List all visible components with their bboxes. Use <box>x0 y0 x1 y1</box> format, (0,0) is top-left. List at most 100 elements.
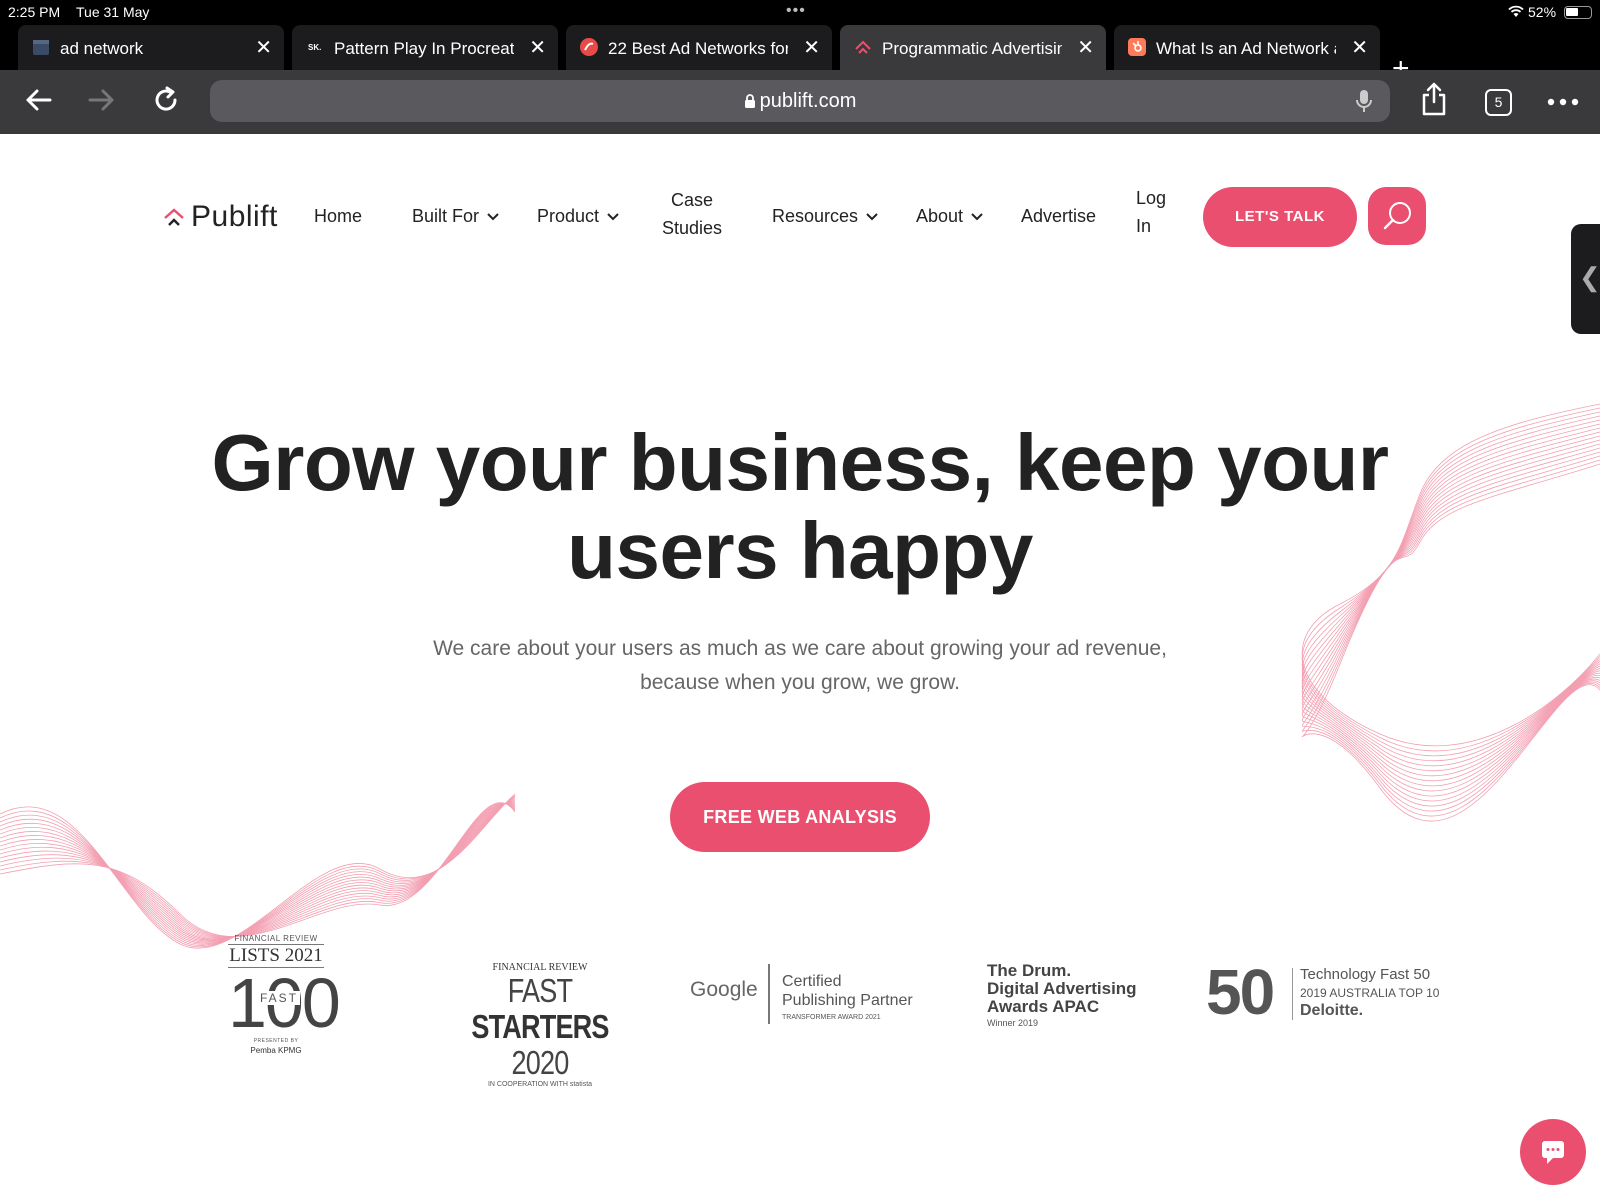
nav-case-studies-line2: Studies <box>662 218 723 238</box>
chevron-down-icon <box>607 213 619 221</box>
address-bar[interactable]: publift.com <box>210 80 1390 122</box>
free-web-analysis-button[interactable]: FREE WEB ANALYSIS <box>670 782 930 852</box>
nav-login-line2: In <box>1136 216 1152 236</box>
tab-title: 22 Best Ad Networks for <box>608 39 788 58</box>
tab-title: Programmatic Advertising <box>882 39 1062 58</box>
afr-fast-starters-badge: FINANCIAL REVIEW FAST STARTERS 2020 IN C… <box>425 962 655 1088</box>
deloitte-line1: Technology Fast 50 <box>1300 966 1431 983</box>
google-certified-text: Certified Publishing Partner <box>782 972 913 1010</box>
close-icon[interactable]: ✕ <box>529 35 546 60</box>
nav-login[interactable]: Log In <box>1136 184 1166 240</box>
search-icon <box>1383 202 1411 230</box>
browser-tab-active[interactable]: Programmatic Advertising ✕ <box>840 25 1106 70</box>
logo-wordmark: Publift <box>191 200 278 233</box>
publift-logo[interactable]: Publift <box>163 200 278 234</box>
tab-title: ad network <box>60 39 144 58</box>
deloitte-50: 50 <box>1206 956 1275 1028</box>
google-line2: Publishing Partner <box>782 992 913 1009</box>
nav-login-line1: Log <box>1136 188 1167 208</box>
more-options-icon[interactable] <box>1547 98 1579 106</box>
lets-talk-button[interactable]: LET'S TALK <box>1203 187 1357 247</box>
fast-starters-year: 2020 <box>511 1044 570 1081</box>
google-wordmark: Google <box>690 978 758 1001</box>
google-line1: Certified <box>782 973 842 990</box>
sk-icon: SK. <box>306 38 324 56</box>
search-button[interactable] <box>1368 187 1426 245</box>
hubspot-icon <box>1128 38 1146 56</box>
nav-case-studies-line1: Case <box>671 190 714 210</box>
hero-title: Grow your business, keep your users happ… <box>0 419 1600 595</box>
awards-row: FINANCIAL REVIEW LISTS 2021 100 FAST PRE… <box>0 934 1600 1088</box>
chat-icon <box>1542 1141 1564 1164</box>
calendar-icon <box>33 40 49 55</box>
hero-title-line2: users happy <box>567 506 1033 595</box>
afr-fast-100-badge: FINANCIAL REVIEW LISTS 2021 100 FAST PRE… <box>228 934 341 1055</box>
close-icon[interactable]: ✕ <box>255 35 272 60</box>
tab-strip: ad network ✕ SK. Pattern Play In Procrea… <box>0 24 1600 84</box>
svg-text:SK.: SK. <box>308 43 321 52</box>
browser-tab[interactable]: What Is an Ad Network ar ✕ <box>1114 25 1380 70</box>
nav-product[interactable]: Product <box>537 206 619 227</box>
browser-tab[interactable]: SK. Pattern Play In Procreate ✕ <box>292 25 558 70</box>
battery-percent: 52% <box>1528 4 1557 20</box>
nav-built-for-label: Built For <box>412 206 480 226</box>
chat-button[interactable] <box>1520 1119 1586 1185</box>
nav-about-label: About <box>916 206 964 226</box>
fast-starters-fast: FAST <box>507 972 573 1009</box>
back-arrow-icon[interactable] <box>22 84 54 116</box>
close-icon[interactable]: ✕ <box>1077 35 1094 60</box>
status-date: Tue 31 May <box>76 4 150 20</box>
divider <box>768 964 770 1024</box>
deloitte-fast-50-badge: 50 Technology Fast 50 2019 AUSTRALIA TOP… <box>1206 960 1446 1030</box>
status-bar: 2:25 PM Tue 31 May ••• 52% <box>0 0 1600 24</box>
google-partner-badge: Google Certified Publishing Partner TRANS… <box>690 964 920 1026</box>
drum-line2: Digital Advertising <box>987 979 1137 998</box>
side-panel-handle[interactable]: ❮ <box>1571 224 1600 334</box>
wifi-icon <box>1508 5 1524 17</box>
url-text: publift.com <box>210 90 1390 113</box>
deloitte-line3: Deloitte. <box>1300 1002 1364 1019</box>
red-circle-icon <box>580 38 598 56</box>
multitasking-dots-icon[interactable]: ••• <box>786 2 806 20</box>
browser-tab[interactable]: ad network ✕ <box>18 25 284 70</box>
battery-icon <box>1564 6 1592 19</box>
microphone-icon[interactable] <box>1356 89 1372 113</box>
deloitte-line2: 2019 AUSTRALIA TOP 10 <box>1300 986 1440 1000</box>
lock-icon <box>744 94 755 108</box>
publift-icon <box>855 40 871 54</box>
nav-built-for[interactable]: Built For <box>412 206 499 227</box>
tab-title: What Is an Ad Network ar <box>1156 39 1336 58</box>
nav-product-label: Product <box>537 206 600 226</box>
nav-case-studies[interactable]: Case Studies <box>662 186 722 242</box>
web-page: Publift Home Built For Product Case Stud… <box>0 134 1600 1199</box>
hero-subtitle: We care about your users as much as we c… <box>0 632 1600 700</box>
status-time: 2:25 PM <box>8 4 61 20</box>
close-icon[interactable]: ✕ <box>803 35 820 60</box>
url-value: publift.com <box>759 90 857 112</box>
reload-icon[interactable] <box>150 84 182 116</box>
fast-starters-coop: IN COOPERATION WITH statista <box>487 1081 593 1088</box>
drum-line3: Awards APAC <box>987 997 1100 1016</box>
nav-resources[interactable]: Resources <box>772 206 878 227</box>
nav-advertise[interactable]: Advertise <box>1021 206 1096 227</box>
close-icon[interactable]: ✕ <box>1351 35 1368 60</box>
nav-resources-label: Resources <box>772 206 859 226</box>
hero-title-line1: Grow your business, keep your <box>211 418 1389 507</box>
nav-about[interactable]: About <box>916 206 983 227</box>
drum-winner: Winner 2019 <box>987 1018 1039 1028</box>
browser-tab[interactable]: 22 Best Ad Networks for ✕ <box>566 25 832 70</box>
hero-subtitle-line1: We care about your users as much as we c… <box>433 637 1167 660</box>
share-icon[interactable] <box>1420 82 1448 116</box>
forward-arrow-icon[interactable] <box>86 84 118 116</box>
drum-line1: The Drum. <box>987 961 1072 980</box>
browser-toolbar: publift.com <box>0 70 1600 134</box>
chevron-left-icon: ❮ <box>1579 262 1600 292</box>
afr-header: FINANCIAL REVIEW <box>234 934 318 943</box>
the-drum-badge: The Drum. Digital Advertising Awards APA… <box>987 961 1157 1029</box>
fast-starters-title: FAST STARTERS 2020 <box>446 973 635 1081</box>
nav-home[interactable]: Home <box>314 206 362 227</box>
afr-fast-label: FAST <box>258 991 301 1005</box>
tab-count-button[interactable]: 5 <box>1485 89 1512 116</box>
hero-subtitle-line2: because when you grow, we grow. <box>640 671 960 694</box>
chevron-down-icon <box>866 213 878 221</box>
